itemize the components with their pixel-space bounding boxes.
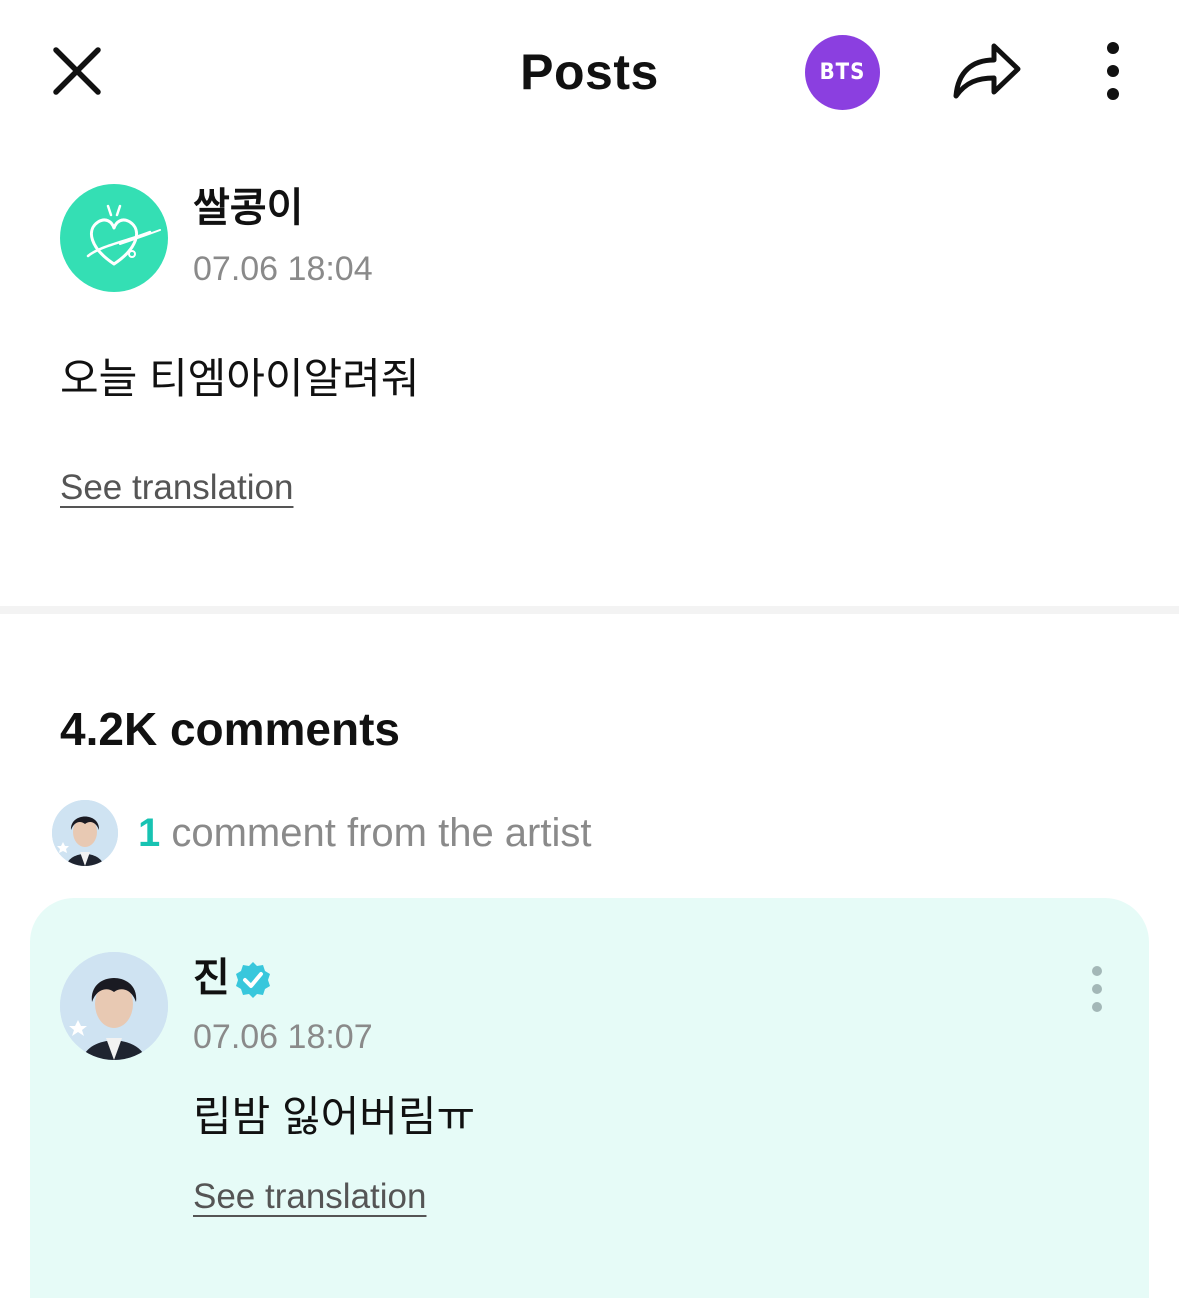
bts-logo-avatar-icon	[86, 204, 161, 266]
comment-more-button[interactable]	[1080, 964, 1114, 1014]
more-vertical-icon	[1092, 966, 1102, 1012]
artist-comment-text: comment from the artist	[160, 811, 592, 855]
comment-author-avatar[interactable]	[60, 952, 168, 1060]
post-see-translation-link[interactable]: See translation	[60, 465, 293, 511]
comment-timestamp: 07.06 18:07	[193, 1018, 373, 1056]
artist-avatar-small	[52, 800, 118, 866]
person-avatar-icon	[52, 800, 118, 866]
post-author-avatar[interactable]	[60, 184, 168, 292]
share-button[interactable]	[948, 36, 1026, 106]
post-author-name[interactable]: 쌀콩이	[193, 180, 303, 236]
comment-author-name[interactable]: 진	[193, 950, 230, 1006]
section-divider	[0, 606, 1179, 614]
header-bar: Posts BTS	[0, 0, 1179, 145]
comment-see-translation-link[interactable]: See translation	[193, 1174, 426, 1220]
artist-comment-card: 진 07.06 18:07 립밤 잃어버림ㅠ See translation	[30, 898, 1149, 1298]
more-vertical-icon	[1107, 42, 1119, 100]
artist-comment-label: 1 comment from the artist	[138, 808, 591, 858]
post-timestamp: 07.06 18:04	[193, 250, 373, 288]
artist-comment-filter[interactable]: 1 comment from the artist	[52, 798, 852, 868]
post-body-text: 오늘 티엠아이알려줘	[60, 355, 420, 402]
verified-badge-icon	[233, 960, 273, 1000]
artist-comment-count: 1	[138, 811, 161, 855]
community-badge[interactable]: BTS	[805, 35, 880, 110]
more-options-button[interactable]	[1090, 38, 1136, 104]
comment-body-text: 립밤 잃어버림ㅠ	[193, 1093, 476, 1140]
comments-count-heading: 4.2K comments	[60, 703, 401, 755]
share-icon	[953, 43, 1021, 99]
person-avatar-icon	[60, 952, 168, 1060]
